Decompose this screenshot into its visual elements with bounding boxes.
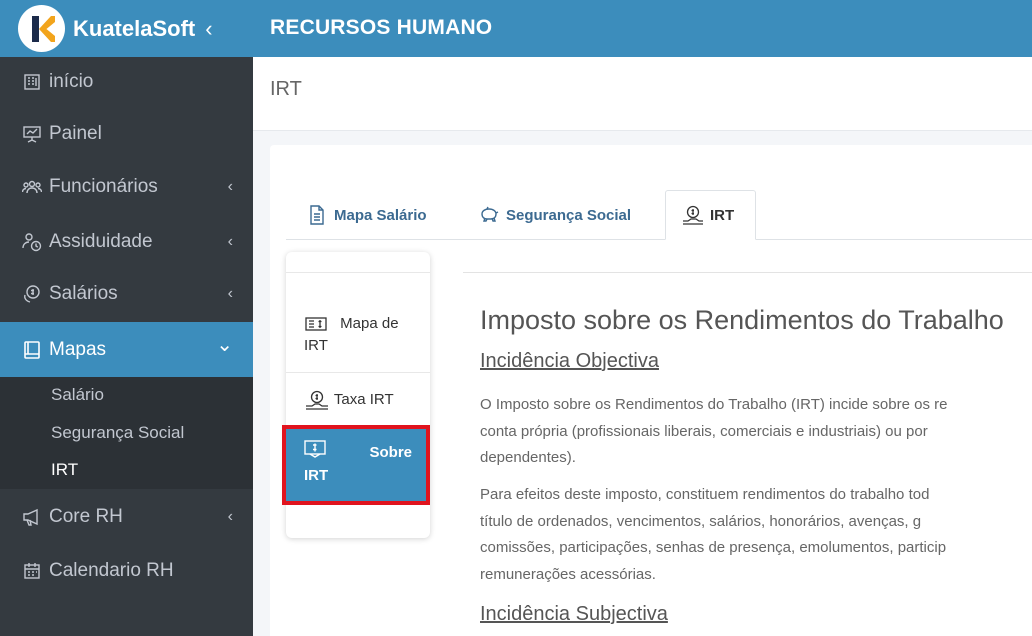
submenu-item-salario[interactable]: Salário [51,385,104,405]
paragraph-line: dependentes). [480,449,576,466]
paragraph-1: O Imposto sobre os Rendimentos do Trabal… [480,392,1032,472]
brand[interactable]: KuatelaSoft ‹ [0,0,253,57]
chevron-left-icon: ‹ [227,508,233,525]
vnav-item-mapa-irt[interactable]: Mapa de IRT [304,313,418,357]
chevron-down-icon: ⌄ [216,334,233,356]
calendar-icon [21,560,43,582]
vnav-item-taxa-irt[interactable]: Taxa IRT [304,389,418,411]
money-bill-icon [304,315,328,333]
vnav-item-label: Taxa IRT [333,391,394,408]
sidebar-item-label: Painel [49,123,102,144]
sidebar-item-salarios[interactable]: Salários ‹ [0,274,253,314]
header-title: RECURSOS HUMANO [270,16,493,39]
sidebar-item-label: Salários [49,283,118,304]
brand-logo [18,5,65,52]
tab-label: Mapa Salário [334,206,427,224]
tab-label: IRT [710,206,735,224]
vnav-item-sobre-irt[interactable]: Sobre IRT [282,425,430,505]
sidebar-item-core-rh[interactable]: Core RH ‹ [0,497,253,537]
page-title: IRT [270,78,302,100]
sidebar-item-funcionarios[interactable]: Funcionários ‹ [0,167,253,207]
top-header: RECURSOS HUMANO [253,0,1032,57]
sidebar-item-mapas[interactable]: Mapas ⌄ [0,322,253,377]
document-icon [306,204,328,226]
hand-coin-icon [682,204,704,226]
building-icon [21,71,43,93]
sidebar-item-label: Assiduidade [49,231,153,252]
megaphone-icon [21,506,43,528]
presentation-icon [21,123,43,145]
tab-mapa-salario[interactable]: Mapa Salário [306,190,427,240]
submenu-item-seguranca-social[interactable]: Segurança Social [51,423,184,443]
submenu-item-irt[interactable]: IRT [51,460,78,480]
tab-label: Segurança Social [506,206,632,224]
tab-irt[interactable]: IRT [665,190,756,240]
sidebar-item-label: Core RH [49,506,123,527]
tab-seguranca-social[interactable]: Segurança Social [478,190,631,240]
paragraph-line: conta própria (profissionais liberais, c… [480,422,928,440]
vnav-divider [286,272,430,273]
vnav-item-label: IRT [304,467,329,484]
sidebar-item-painel[interactable]: Painel [0,114,253,154]
sidebar-item-assiduidade[interactable]: Assiduidade ‹ [0,222,253,262]
paragraph-line: O Imposto sobre os Rendimentos do Trabal… [480,396,948,413]
vnav-item-label: Sobre [369,443,412,461]
users-icon [21,176,43,198]
book-icon [21,339,43,361]
chevron-left-icon: ‹ [227,285,233,302]
vnav-divider [286,372,430,373]
sidebar-item-calendario-rh[interactable]: Calendario RH [0,551,253,591]
sidebar-item-inicio[interactable]: início [0,62,253,102]
user-clock-icon [21,231,43,253]
sidebar: KuatelaSoft ‹ início Painel Funcionários… [0,0,253,636]
coins-icon [21,283,43,305]
sidebar-item-label: início [49,71,94,92]
paragraph-line: comissões, participações, senhas de pres… [480,539,947,556]
content-heading: Imposto sobre os Rendimentos do Trabalho [480,305,1004,335]
hand-coin-icon [304,390,330,410]
sidebar-item-label: Mapas [49,338,107,360]
section-heading-objectiva: Incidência Objectiva [480,350,659,372]
sidebar-collapse-icon[interactable]: ‹ [205,16,212,42]
paragraph-line: título de ordenados, vencimentos, salári… [480,512,922,530]
receipt-icon [304,440,326,465]
paragraph-line: Para efeitos deste imposto, constituem r… [480,486,930,503]
sidebar-item-label: Calendario RH [49,560,174,581]
chevron-left-icon: ‹ [227,178,233,195]
sidebar-item-label: Funcionários [49,176,158,197]
page-header: IRT [253,57,1032,131]
paragraph-line: remunerações acessórias. [480,565,656,583]
piggy-bank-icon [478,204,500,226]
paragraph-2: Para efeitos deste imposto, constituem r… [480,482,1032,588]
chevron-left-icon: ‹ [227,233,233,250]
section-heading-subjectiva: Incidência Subjectiva [480,603,668,625]
content-divider [463,272,1032,273]
brand-name: KuatelaSoft [73,15,196,41]
vnav-item-label: Mapa de [340,315,399,332]
vnav-item-label: IRT [304,337,328,354]
submenu-mapas: Salário Segurança Social IRT [0,377,253,489]
